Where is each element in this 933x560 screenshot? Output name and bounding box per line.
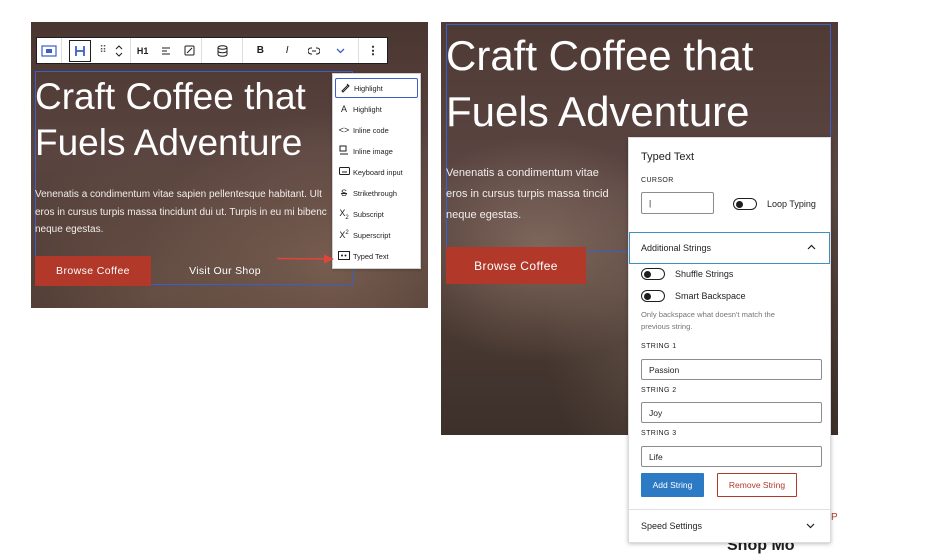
side-text-fragment: P bbox=[831, 512, 838, 523]
menu-item-inline-image[interactable]: Inline image bbox=[335, 141, 418, 161]
block-settings-segment: H1 bbox=[131, 38, 202, 63]
link-button[interactable] bbox=[303, 38, 325, 63]
cursor-label: CURSOR bbox=[641, 177, 674, 184]
right-browse-coffee-button[interactable]: Browse Coffee bbox=[446, 247, 586, 284]
menu-item-keyboard-input[interactable]: Keyboard input bbox=[335, 162, 418, 182]
block-parent-segment bbox=[37, 38, 62, 63]
string-1-input[interactable]: Passion bbox=[641, 359, 822, 380]
subscript-icon: X2 bbox=[339, 207, 349, 221]
menu-item-highlight[interactable]: A Highlight bbox=[335, 99, 418, 119]
bold-button[interactable]: B bbox=[249, 38, 271, 63]
speed-settings-section-header[interactable]: Speed Settings bbox=[629, 510, 830, 542]
loop-typing-label: Loop Typing bbox=[767, 199, 816, 209]
additional-strings-heading: Additional Strings bbox=[641, 243, 712, 253]
menu-item-label: Subscript bbox=[353, 209, 384, 219]
smart-backspace-toggle[interactable] bbox=[641, 290, 665, 302]
left-visit-shop-button[interactable]: Visit Our Shop bbox=[175, 256, 275, 286]
typed-text-icon bbox=[335, 250, 353, 262]
menu-item-label: Typed Text bbox=[353, 251, 389, 261]
align-button[interactable] bbox=[155, 38, 177, 63]
more-options-icon[interactable]: ⋮ bbox=[368, 44, 379, 57]
chevron-right-icon: › bbox=[835, 427, 839, 439]
menu-item-label: Inline image bbox=[353, 146, 393, 156]
menu-item-label: Highlight bbox=[354, 83, 383, 93]
menu-item-label: Inline code bbox=[353, 125, 389, 135]
menu-item-label: Highlight bbox=[353, 104, 382, 114]
left-body-line2: eros in cursus turpis massa tincidunt du… bbox=[35, 207, 327, 218]
shuffle-strings-toggle[interactable] bbox=[641, 268, 665, 280]
superscript-icon: X2 bbox=[339, 230, 349, 240]
drag-handle-icon[interactable]: ⠿ bbox=[99, 45, 106, 56]
menu-item-typed-text[interactable]: Typed Text bbox=[335, 246, 418, 266]
shuffle-strings-label: Shuffle Strings bbox=[675, 269, 734, 279]
text-color-icon: A bbox=[340, 104, 347, 114]
settings-title: Typed Text bbox=[641, 151, 694, 163]
more-formats-button[interactable] bbox=[330, 38, 352, 63]
red-arrow-annotation bbox=[276, 254, 334, 264]
chevron-down-icon bbox=[336, 48, 345, 53]
left-body-line3: neque egestas. bbox=[35, 224, 104, 235]
inline-image-icon bbox=[335, 145, 353, 157]
right-body-line3: neque egestas. bbox=[446, 209, 522, 221]
format-segment: B I bbox=[243, 38, 359, 63]
string-1-label: STRING 1 bbox=[641, 343, 677, 350]
italic-button[interactable]: I bbox=[276, 38, 298, 63]
right-hero-title-line1[interactable]: Craft Coffee that bbox=[446, 30, 753, 82]
menu-item-strikethrough[interactable]: S Strikethrough bbox=[335, 183, 418, 203]
menu-item-subscript[interactable]: X2 Subscript bbox=[335, 204, 418, 224]
link-icon bbox=[307, 47, 320, 54]
database-segment bbox=[202, 38, 243, 63]
loop-typing-toggle[interactable] bbox=[733, 198, 757, 210]
chevron-up-icon bbox=[807, 244, 816, 250]
keyboard-icon bbox=[335, 167, 353, 177]
right-body-line1: Venenatis a condimentum vitae bbox=[446, 167, 599, 179]
crop-button[interactable] bbox=[178, 38, 200, 63]
menu-item-superscript[interactable]: X2 Superscript bbox=[335, 225, 418, 245]
right-body-line2: eros in cursus turpis massa tincid bbox=[446, 188, 609, 200]
menu-item-inline-code[interactable]: <> Inline code bbox=[335, 120, 418, 140]
smart-backspace-help-line1: Only backspace what doesn't match the bbox=[641, 310, 775, 319]
string-2-label: STRING 2 bbox=[641, 387, 677, 394]
highlighter-icon bbox=[336, 82, 354, 95]
additional-strings-section-header[interactable]: Additional Strings bbox=[629, 232, 830, 264]
database-icon[interactable] bbox=[217, 44, 228, 57]
left-hero-title-line1[interactable]: Craft Coffee that bbox=[35, 74, 365, 120]
string-2-input[interactable]: Joy bbox=[641, 402, 822, 423]
smart-backspace-label: Smart Backspace bbox=[675, 291, 746, 301]
left-browse-coffee-button[interactable]: Browse Coffee bbox=[35, 256, 151, 286]
menu-item-label: Strikethrough bbox=[353, 188, 397, 198]
heading-level-button[interactable]: H1 bbox=[132, 38, 154, 63]
cursor-input[interactable]: | bbox=[641, 192, 714, 214]
speed-settings-heading: Speed Settings bbox=[641, 521, 703, 531]
chevron-down-icon bbox=[806, 523, 815, 529]
string-3-label: STRING 3 bbox=[641, 430, 677, 437]
cover-block-icon[interactable] bbox=[41, 44, 57, 57]
menu-item-label: Superscript bbox=[353, 230, 391, 240]
string-3-input[interactable]: Life bbox=[641, 446, 822, 467]
align-left-icon bbox=[161, 47, 170, 54]
menu-item-label: Keyboard input bbox=[353, 167, 403, 177]
block-toolbar: ⠿ H1 B I ⋮ bbox=[36, 37, 388, 64]
options-segment: ⋮ bbox=[359, 38, 387, 63]
left-hero-title-line2[interactable]: Fuels Adventure bbox=[35, 120, 302, 166]
add-string-button[interactable]: Add String bbox=[641, 473, 704, 497]
code-icon: <> bbox=[338, 125, 350, 135]
smart-backspace-help-line2: previous string. bbox=[641, 322, 693, 331]
format-dropdown-menu: Highlight A Highlight <> Inline code Inl… bbox=[332, 73, 421, 269]
remove-string-button[interactable]: Remove String bbox=[717, 473, 797, 497]
move-up-down-icon[interactable] bbox=[115, 44, 123, 58]
block-type-segment: ⠿ bbox=[62, 38, 131, 63]
edit-image-icon bbox=[184, 45, 195, 56]
left-body-line1: Venenatis a condimentum vitae sapien pel… bbox=[35, 189, 322, 200]
menu-item-highlight-picker[interactable]: Highlight bbox=[335, 78, 418, 98]
heading-block-icon[interactable] bbox=[69, 39, 92, 62]
right-hero-title-line2[interactable]: Fuels Adventure bbox=[446, 86, 750, 138]
strikethrough-icon: S bbox=[340, 188, 347, 198]
typed-text-settings-panel: Typed Text CURSOR | Loop Typing Addition… bbox=[628, 137, 831, 543]
